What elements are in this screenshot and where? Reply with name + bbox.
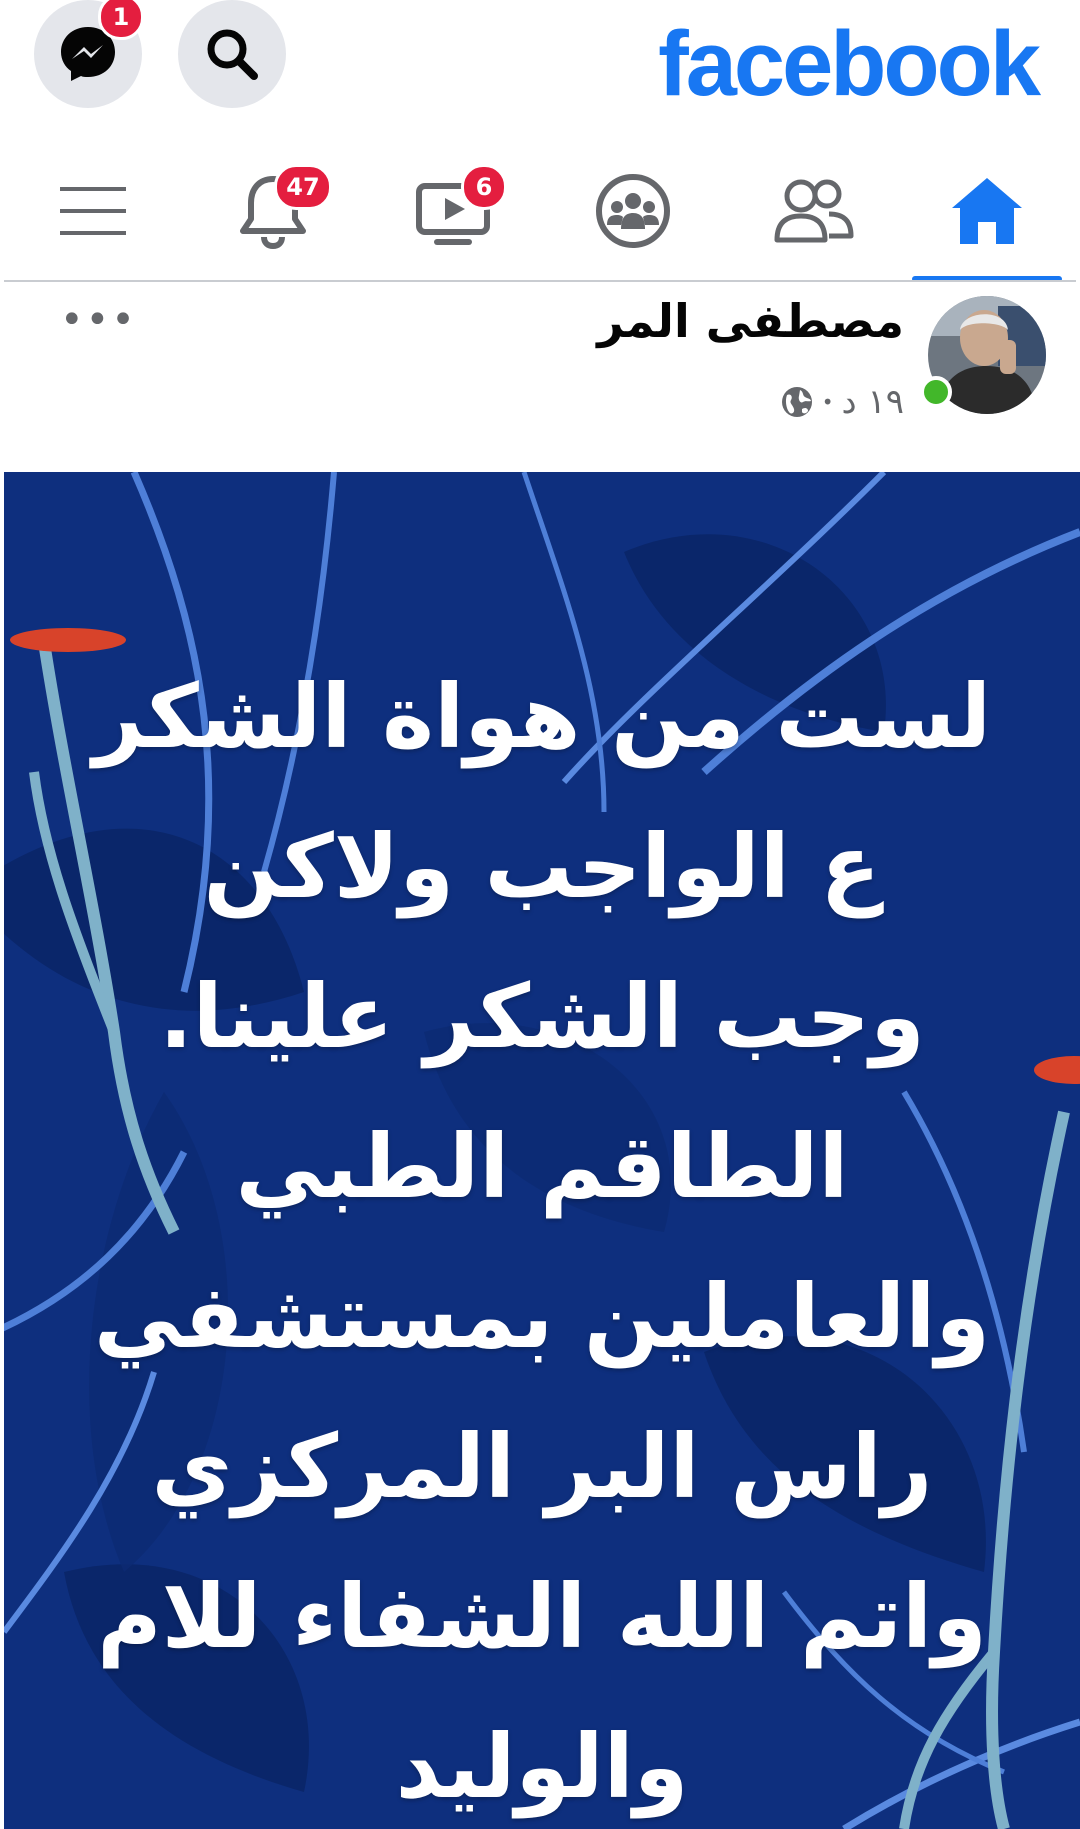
- messenger-badge: 1: [98, 0, 144, 40]
- notifications-badge: 47: [274, 164, 332, 210]
- watch-badge: 6: [461, 164, 507, 210]
- meta-separator: •: [821, 390, 834, 414]
- author-name[interactable]: مصطفى المر: [597, 294, 904, 348]
- tab-home[interactable]: [912, 140, 1062, 282]
- post-text-line: لست من هواة الشكر: [92, 665, 992, 768]
- post-meta: ١٩ د •: [780, 382, 904, 422]
- friends-icon: [774, 179, 854, 243]
- online-status-dot: [920, 376, 952, 408]
- tab-groups[interactable]: [558, 140, 708, 282]
- tab-notifications[interactable]: 47: [198, 140, 348, 282]
- tab-watch[interactable]: 6: [378, 140, 528, 282]
- top-bar: 1 facebook: [0, 0, 1080, 130]
- post-text: لست من هواة الشكر ع الواجب ولاكن وجب الش…: [64, 642, 1020, 1829]
- home-icon: [952, 178, 1022, 244]
- post-text-line: راس البر المركزي: [151, 1415, 933, 1518]
- nav-divider: [4, 280, 1076, 282]
- tab-menu[interactable]: [18, 140, 168, 282]
- hamburger-icon: [60, 187, 126, 235]
- post-text-line: الطاقم الطبي: [235, 1115, 849, 1218]
- search-button[interactable]: [178, 0, 286, 108]
- search-icon: [207, 29, 258, 80]
- post-text-line: وجب الشكر علينا.: [159, 965, 925, 1068]
- post-time[interactable]: ١٩ د: [842, 382, 904, 422]
- post-more-button[interactable]: •••: [60, 300, 137, 340]
- post-text-line: والوليد: [395, 1715, 689, 1818]
- facebook-logo[interactable]: facebook: [658, 14, 1041, 114]
- post-text-line: ع الواجب ولاكن: [203, 815, 881, 918]
- tab-friends[interactable]: [738, 140, 888, 282]
- messenger-button[interactable]: 1: [34, 0, 144, 108]
- nav-bar: 6 47: [0, 140, 1080, 282]
- post-header: مصطفى المر ١٩ د • •••: [0, 284, 1080, 470]
- post-text-line: والعاملين بمستشفي: [93, 1265, 991, 1368]
- post-image[interactable]: لست من هواة الشكر ع الواجب ولاكن وجب الش…: [4, 472, 1080, 1829]
- globe-icon: [781, 387, 812, 417]
- post-text-line: واتم الله الشفاء للام: [97, 1565, 987, 1668]
- groups-icon: [596, 174, 670, 248]
